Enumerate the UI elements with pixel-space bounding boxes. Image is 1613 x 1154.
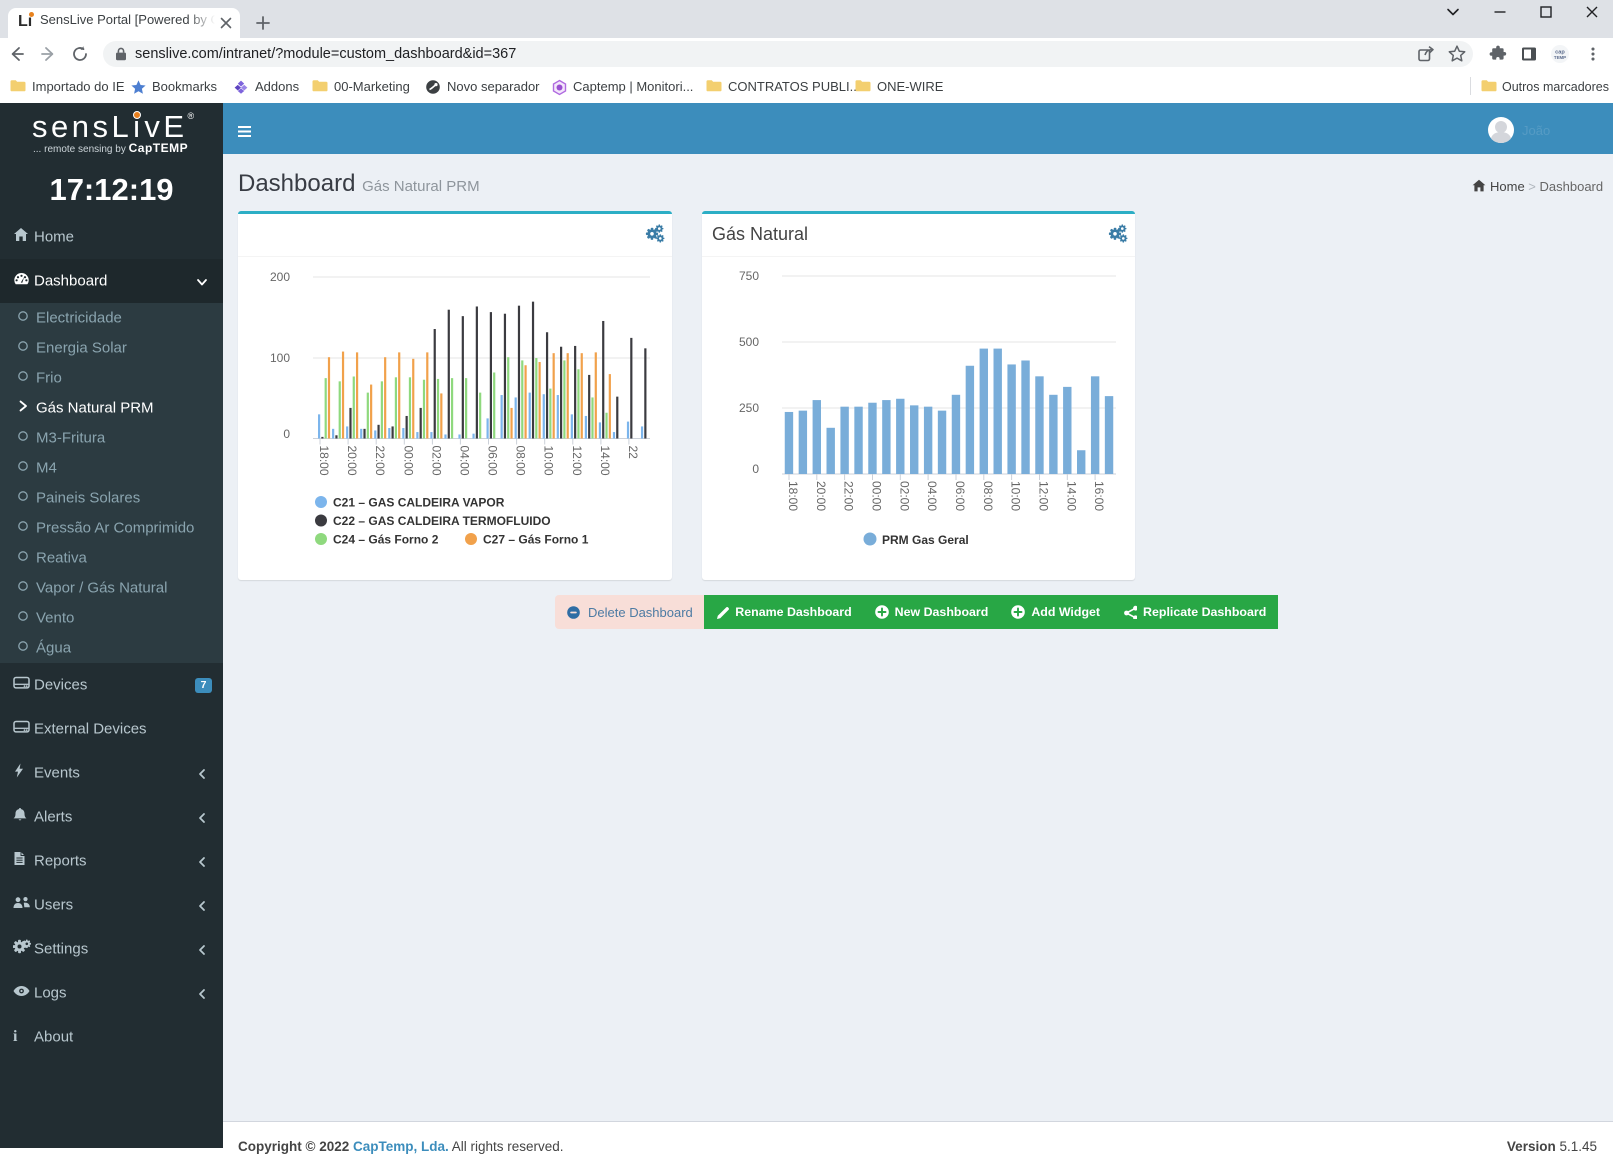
svg-text:08:00: 08:00 bbox=[981, 481, 995, 511]
svg-text:04:00: 04:00 bbox=[925, 481, 939, 511]
svg-text:06:00: 06:00 bbox=[953, 481, 967, 511]
svg-text:250: 250 bbox=[739, 401, 759, 415]
svg-text:10:00: 10:00 bbox=[1009, 481, 1023, 511]
svg-text:16:00: 16:00 bbox=[1092, 481, 1106, 511]
svg-text:10:00: 10:00 bbox=[542, 446, 556, 476]
svg-text:00:00: 00:00 bbox=[401, 446, 415, 476]
svg-text:12:00: 12:00 bbox=[570, 446, 584, 476]
svg-text:0: 0 bbox=[283, 427, 290, 441]
svg-text:02:00: 02:00 bbox=[429, 446, 443, 476]
svg-text:02:00: 02:00 bbox=[897, 481, 911, 511]
svg-text:750: 750 bbox=[739, 269, 759, 283]
svg-text:C27 – Gás Forno 1: C27 – Gás Forno 1 bbox=[483, 533, 589, 547]
svg-text:04:00: 04:00 bbox=[457, 446, 471, 476]
svg-text:18:00: 18:00 bbox=[317, 446, 331, 476]
svg-text:C24 – Gás Forno 2: C24 – Gás Forno 2 bbox=[333, 533, 439, 547]
svg-text:08:00: 08:00 bbox=[514, 446, 528, 476]
svg-text:14:00: 14:00 bbox=[1064, 481, 1078, 511]
svg-text:500: 500 bbox=[739, 335, 759, 349]
svg-text:C22 – GAS CALDEIRA TERMOFLUIDO: C22 – GAS CALDEIRA TERMOFLUIDO bbox=[333, 514, 551, 528]
svg-text:20:00: 20:00 bbox=[814, 481, 828, 511]
svg-text:PRM Gas Geral: PRM Gas Geral bbox=[882, 533, 969, 547]
svg-text:14:00: 14:00 bbox=[598, 446, 612, 476]
svg-text:200: 200 bbox=[270, 270, 290, 284]
svg-text:22:00: 22:00 bbox=[842, 481, 856, 511]
svg-text:22: 22 bbox=[626, 446, 640, 460]
svg-text:12:00: 12:00 bbox=[1037, 481, 1051, 511]
svg-text:100: 100 bbox=[270, 351, 290, 365]
svg-text:22:00: 22:00 bbox=[373, 446, 387, 476]
svg-text:20:00: 20:00 bbox=[345, 446, 359, 476]
svg-text:06:00: 06:00 bbox=[486, 446, 500, 476]
svg-text:TEMP: TEMP bbox=[1554, 55, 1566, 60]
svg-text:C21 – GAS CALDEIRA VAPOR: C21 – GAS CALDEIRA VAPOR bbox=[333, 496, 505, 510]
svg-text:0: 0 bbox=[752, 462, 759, 476]
svg-text:18:00: 18:00 bbox=[786, 481, 800, 511]
svg-text:00:00: 00:00 bbox=[870, 481, 884, 511]
